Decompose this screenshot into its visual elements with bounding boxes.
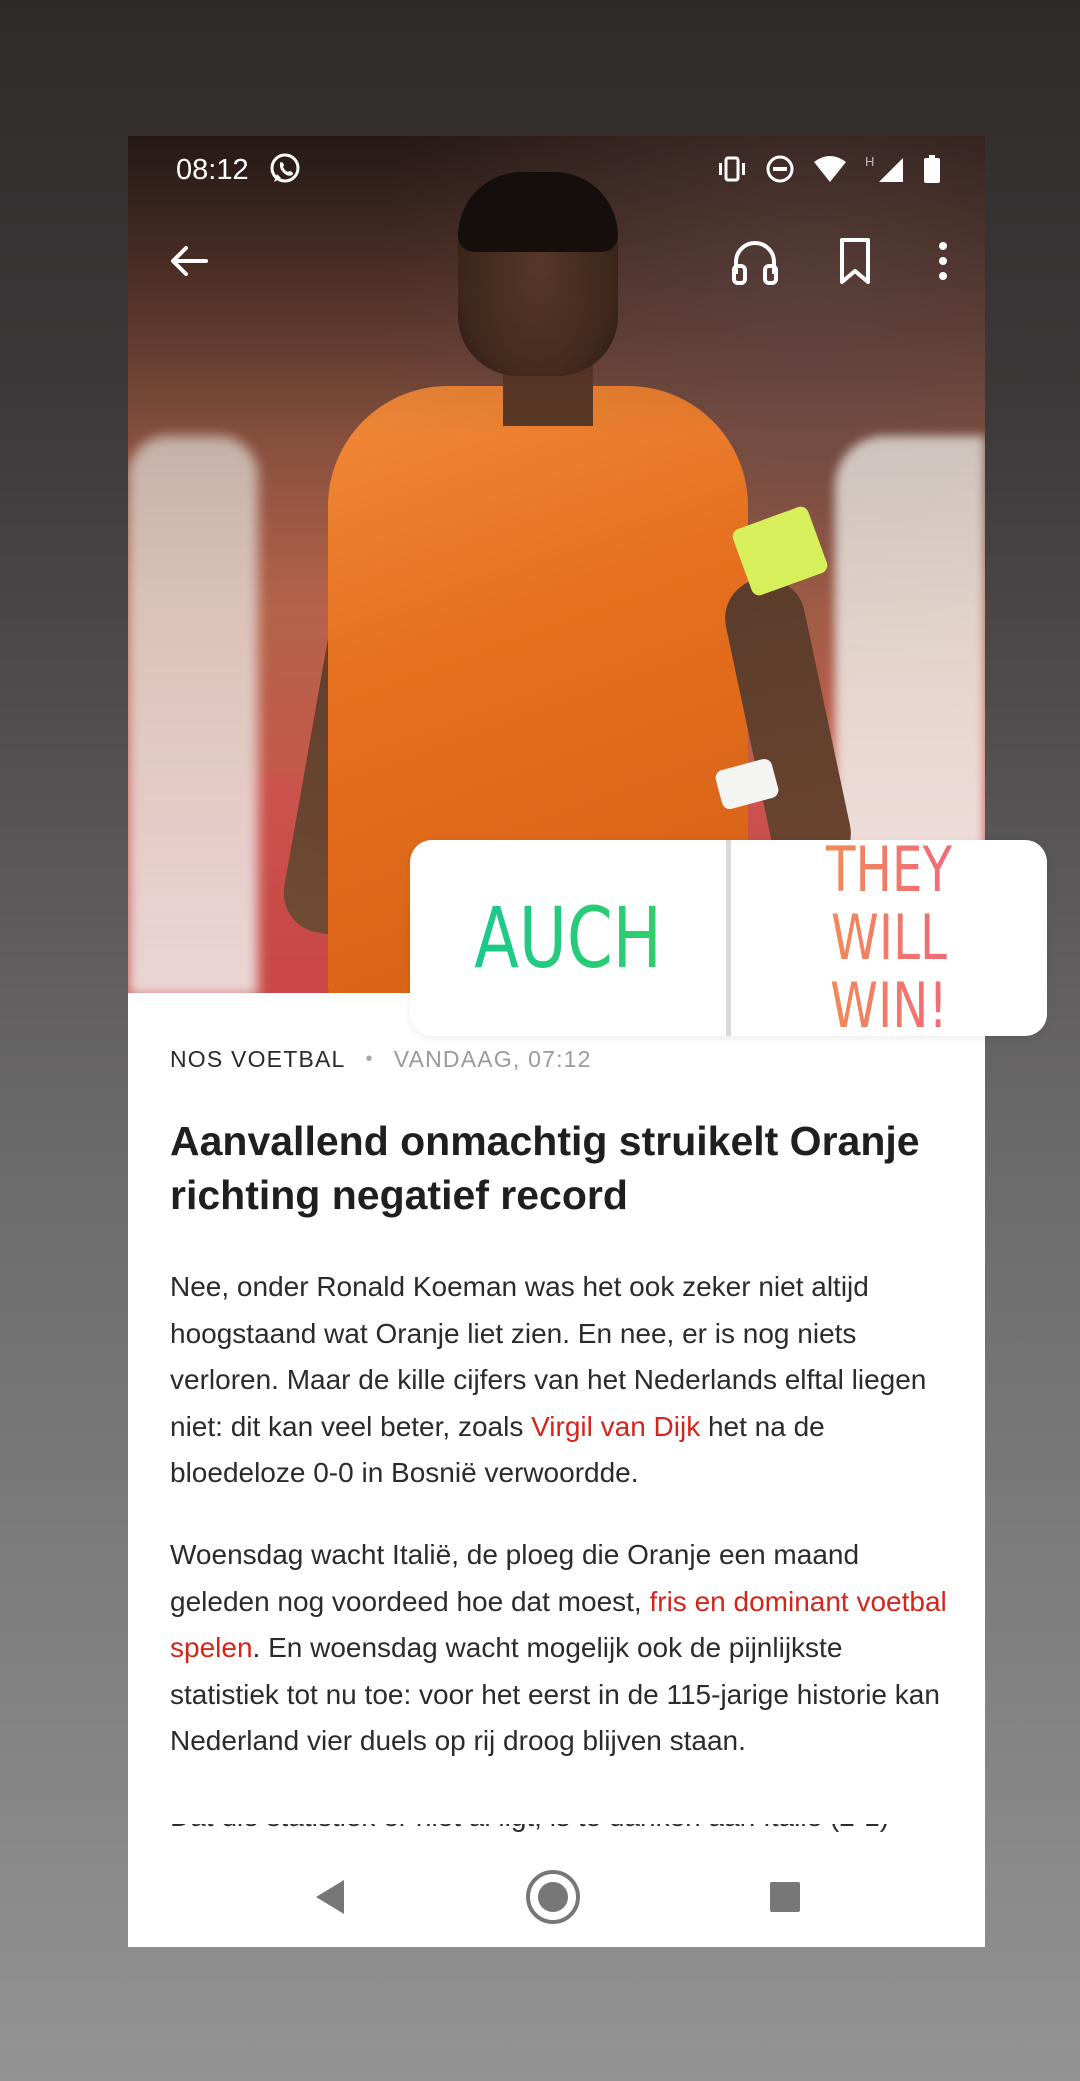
signal-icon: H (865, 154, 903, 182)
headphones-icon[interactable] (728, 234, 782, 288)
poll-option-label-line: THEY WILL (825, 833, 952, 974)
nav-home-icon[interactable] (524, 1868, 582, 1926)
nav-back-icon[interactable] (310, 1876, 352, 1918)
article-meta: NOS VOETBAL • VANDAAG, 07:12 (170, 1046, 592, 1073)
battery-icon (924, 155, 940, 183)
poll-sticker: AUCH THEY WILL WIN! (410, 840, 1047, 1036)
nav-recents-icon[interactable] (768, 1880, 802, 1914)
svg-text:H: H (865, 154, 874, 169)
status-icons: H (717, 152, 941, 186)
poll-option-they-will-win[interactable]: THEY WILL WIN! (766, 840, 1012, 1036)
do-not-disturb-icon (766, 155, 794, 183)
background-player-left (128, 436, 258, 993)
status-bar: 08:12 H (128, 136, 985, 204)
poll-option-auch[interactable]: AUCH (445, 840, 691, 1036)
wifi-icon (814, 156, 846, 182)
vibrate-icon (719, 156, 745, 182)
poll-option-label-line: WIN! (830, 969, 948, 1042)
bookmark-icon[interactable] (830, 234, 880, 288)
meta-separator: • (365, 1048, 374, 1070)
article-paragraph: Woensdag wacht Italië, de ploeg die Oran… (170, 1532, 950, 1765)
article-headline: Aanvallend onmachtig struikelt Oranje ri… (170, 1118, 920, 1218)
poll-divider (726, 840, 731, 1036)
back-arrow-icon[interactable] (164, 236, 214, 286)
whatsapp-icon (270, 153, 300, 183)
navigation-bar (128, 1848, 985, 1947)
paragraph-text: Dat die statistiek er niet al ligt, is t… (170, 1824, 950, 1834)
article-source[interactable]: NOS VOETBAL (170, 1046, 346, 1073)
inline-link-virgil-van-dijk[interactable]: Virgil van Dijk (531, 1411, 700, 1442)
status-time: 08:12 (176, 154, 249, 186)
paragraph-text: . En woensdag wacht mogelijk ook de pijn… (170, 1632, 940, 1756)
article-date: VANDAAG, 07:12 (393, 1046, 592, 1072)
poll-option-label: AUCH (474, 889, 662, 987)
article-paragraph: Nee, onder Ronald Koeman was het ook zek… (170, 1264, 950, 1497)
poll-option-label: THEY WILL WIN! (766, 836, 1012, 1040)
article-paragraph-partial: Dat die statistiek er niet al ligt, is t… (170, 1824, 950, 1834)
more-vertical-icon[interactable] (928, 234, 958, 288)
